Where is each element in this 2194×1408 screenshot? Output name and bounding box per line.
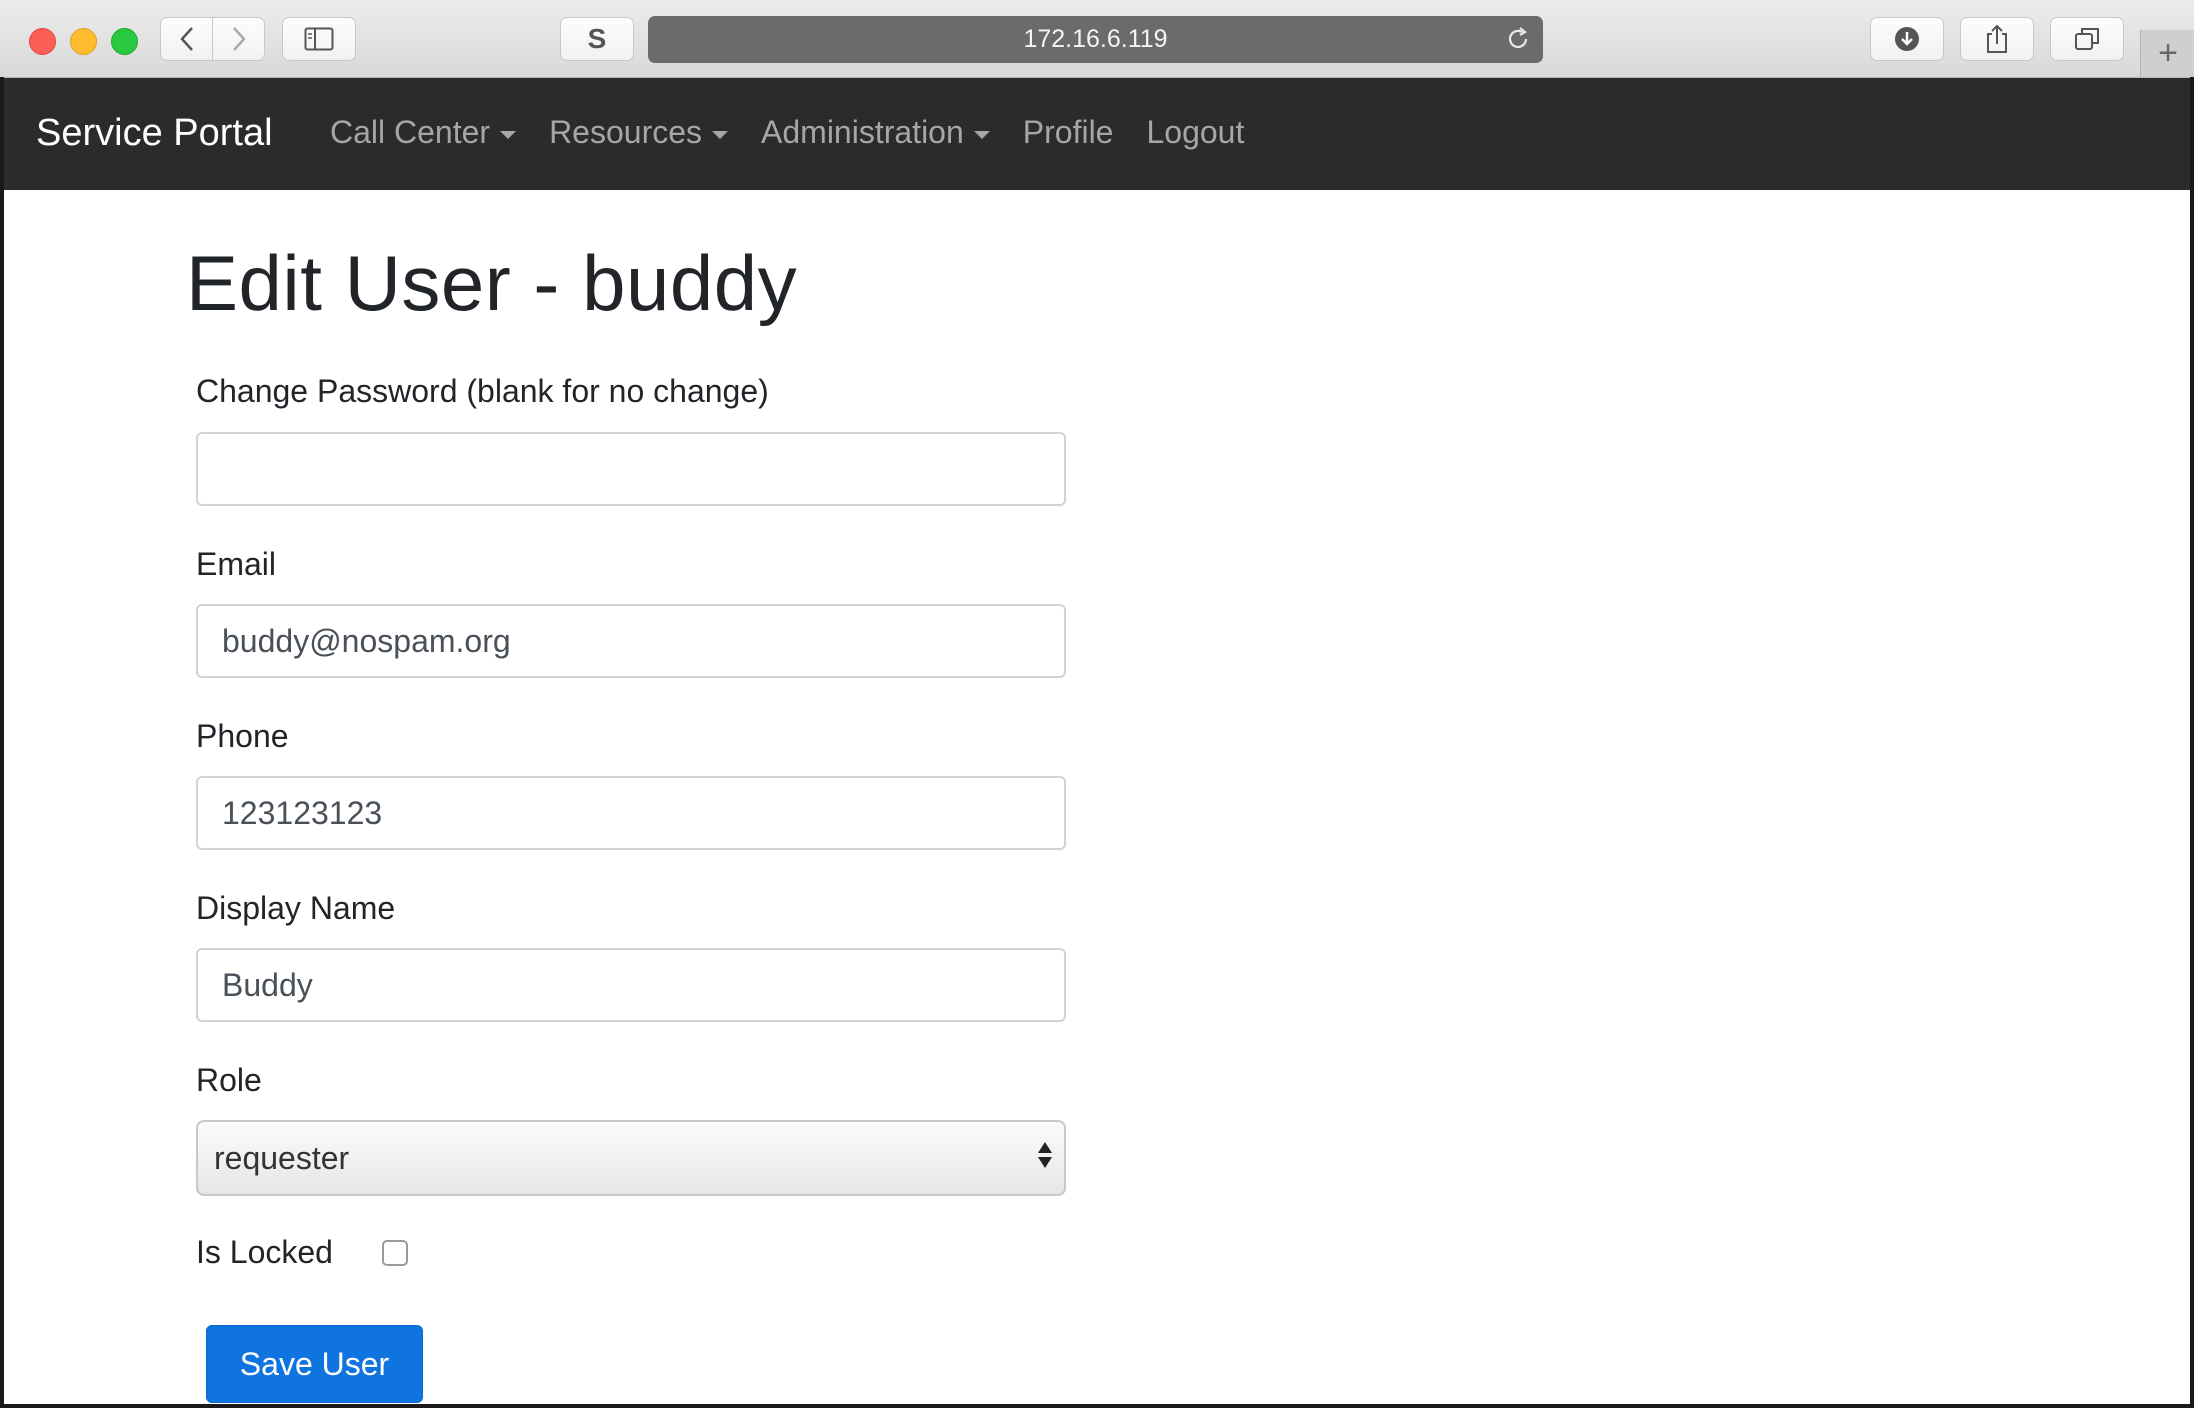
download-icon xyxy=(1895,27,1919,51)
window-frame-bottom xyxy=(0,1404,2194,1408)
downloads-button[interactable] xyxy=(1870,17,1944,61)
tabs-icon xyxy=(2075,28,2099,50)
browser-toolbar: S 172.16.6.119 + xyxy=(0,0,2194,78)
password-field[interactable] xyxy=(196,432,1066,506)
extension-s-label: S xyxy=(587,23,607,54)
sidebar-toggle-button[interactable] xyxy=(282,17,356,61)
is-locked-checkbox[interactable] xyxy=(382,1240,408,1266)
save-user-button[interactable]: Save User xyxy=(206,1325,423,1403)
minimize-window-button[interactable] xyxy=(70,28,97,55)
phone-field[interactable] xyxy=(196,776,1066,850)
page-title: Edit User - buddy xyxy=(186,239,798,327)
nav-logout-label: Logout xyxy=(1146,114,1245,150)
role-selected-value: requester xyxy=(214,1139,350,1176)
forward-button[interactable] xyxy=(212,17,265,61)
role-label: Role xyxy=(196,1062,262,1098)
nav-logout[interactable]: Logout xyxy=(1146,114,1244,151)
top-navbar: Service Portal Call Center Resources Adm… xyxy=(4,78,2190,190)
nav-profile-label: Profile xyxy=(1022,114,1114,150)
role-select[interactable]: requester xyxy=(196,1120,1066,1196)
share-icon xyxy=(1987,24,2007,53)
caret-down-icon xyxy=(500,130,517,139)
caret-down-icon xyxy=(712,130,729,139)
password-label: Change Password (blank for no change) xyxy=(196,373,769,409)
close-window-button[interactable] xyxy=(29,28,56,55)
navbar-menu: Call Center Resources Administration Pro… xyxy=(330,114,1277,151)
chevron-left-icon xyxy=(179,27,193,51)
nav-resources-label: Resources xyxy=(549,114,703,150)
nav-administration[interactable]: Administration xyxy=(761,114,990,151)
email-field[interactable] xyxy=(196,604,1066,678)
display-name-field[interactable] xyxy=(196,948,1066,1022)
nav-administration-label: Administration xyxy=(761,114,964,150)
sidebar-icon xyxy=(304,27,334,51)
share-button[interactable] xyxy=(1960,17,2034,61)
email-label: Email xyxy=(196,546,277,582)
address-bar[interactable]: 172.16.6.119 xyxy=(648,16,1543,63)
nav-resources[interactable]: Resources xyxy=(549,114,729,151)
select-arrows-icon xyxy=(1038,1142,1052,1168)
tab-overview-button[interactable] xyxy=(2050,17,2124,61)
back-button[interactable] xyxy=(160,17,213,61)
reload-icon[interactable] xyxy=(1505,26,1531,52)
url-text: 172.16.6.119 xyxy=(1023,25,1168,53)
new-tab-button[interactable]: + xyxy=(2140,30,2194,77)
window-frame-left xyxy=(0,77,4,1408)
caret-down-icon xyxy=(973,130,990,139)
display-name-label: Display Name xyxy=(196,890,396,926)
phone-label: Phone xyxy=(196,718,289,754)
nav-call-center-label: Call Center xyxy=(330,114,491,150)
nav-call-center[interactable]: Call Center xyxy=(330,114,517,151)
plus-icon: + xyxy=(2158,34,2178,72)
window-frame-right xyxy=(2190,77,2194,1408)
navbar-brand[interactable]: Service Portal xyxy=(36,112,273,155)
is-locked-label: Is Locked xyxy=(196,1234,333,1270)
chevron-right-icon xyxy=(232,27,246,51)
nav-profile[interactable]: Profile xyxy=(1023,114,1114,151)
extension-s-button[interactable]: S xyxy=(560,17,634,61)
zoom-window-button[interactable] xyxy=(111,28,138,55)
